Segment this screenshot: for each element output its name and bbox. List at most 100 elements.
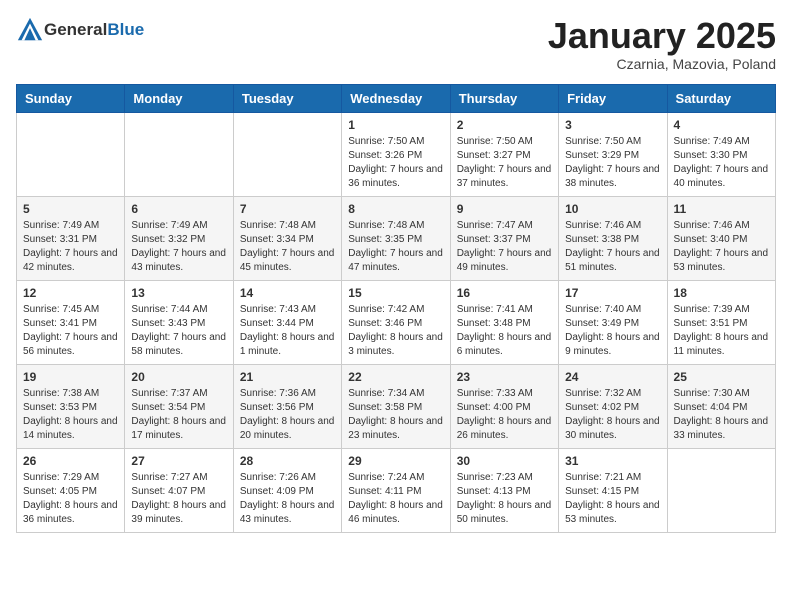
day-info: Sunrise: 7:33 AM Sunset: 4:00 PM Dayligh… [457, 387, 552, 443]
day-info: Sunrise: 7:41 AM Sunset: 3:48 PM Dayligh… [457, 303, 552, 359]
day-number: 12 [23, 286, 118, 300]
day-number: 9 [457, 202, 552, 216]
day-info: Sunrise: 7:50 AM Sunset: 3:26 PM Dayligh… [348, 135, 443, 191]
day-number: 5 [23, 202, 118, 216]
day-info: Sunrise: 7:40 AM Sunset: 3:49 PM Dayligh… [565, 303, 660, 359]
logo-icon [16, 16, 44, 44]
weekday-header-saturday: Saturday [667, 84, 775, 112]
calendar-cell: 7 Sunrise: 7:48 AM Sunset: 3:34 PM Daylig… [233, 196, 341, 280]
day-info: Sunrise: 7:49 AM Sunset: 3:32 PM Dayligh… [131, 219, 226, 275]
calendar-cell: 8Sunrise: 7:48 AM Sunset: 3:35 PM Daylig… [342, 196, 450, 280]
day-info: Sunrise: 7:27 AM Sunset: 4:07 PM Dayligh… [131, 471, 226, 527]
day-number: 31 [565, 454, 660, 468]
day-number: 30 [457, 454, 552, 468]
day-info: Sunrise: 7:23 AM Sunset: 4:13 PM Dayligh… [457, 471, 552, 527]
calendar-cell: 1 Sunrise: 7:50 AM Sunset: 3:26 PM Daylig… [342, 112, 450, 196]
day-info: Sunrise: 7:49 AM Sunset: 3:31 PM Dayligh… [23, 219, 118, 275]
day-number: 25 [674, 370, 769, 384]
day-number: 22 [348, 370, 443, 384]
day-info: Sunrise: 7:39 AM Sunset: 3:51 PM Dayligh… [674, 303, 769, 359]
day-info: Sunrise: 7:50 AM Sunset: 3:27 PM Dayligh… [457, 135, 552, 191]
month-title: January 2025 [548, 16, 776, 56]
page-header: GeneralBlue January 2025 Czarnia, Mazovi… [16, 16, 776, 72]
calendar-cell: 11 Sunrise: 7:46 AM Sunset: 3:40 PM Dayli… [667, 196, 775, 280]
calendar-cell: 30 Sunrise: 7:23 AM Sunset: 4:13 PM Dayli… [450, 448, 558, 532]
day-number: 1 [348, 118, 443, 132]
day-number: 10 [565, 202, 660, 216]
calendar-cell: 3 Sunrise: 7:50 AM Sunset: 3:29 PM Daylig… [559, 112, 667, 196]
day-info: Sunrise: 7:50 AM Sunset: 3:29 PM Dayligh… [565, 135, 660, 191]
day-info: Sunrise: 7:37 AM Sunset: 3:54 PM Dayligh… [131, 387, 226, 443]
day-info: Sunrise: 7:42 AM Sunset: 3:46 PM Dayligh… [348, 303, 443, 359]
calendar-week-row: 5 Sunrise: 7:49 AM Sunset: 3:31 PM Daylig… [17, 196, 776, 280]
weekday-header-row: SundayMondayTuesdayWednesdayThursdayFrid… [17, 84, 776, 112]
day-info: Sunrise: 7:38 AM Sunset: 3:53 PM Dayligh… [23, 387, 118, 443]
day-info: Sunrise: 7:29 AM Sunset: 4:05 PM Dayligh… [23, 471, 118, 527]
calendar-cell: 27 Sunrise: 7:27 AM Sunset: 4:07 PM Dayli… [125, 448, 233, 532]
calendar-cell: 21Sunrise: 7:36 AM Sunset: 3:56 PM Dayli… [233, 364, 341, 448]
calendar-cell: 5 Sunrise: 7:49 AM Sunset: 3:31 PM Daylig… [17, 196, 125, 280]
calendar-cell: 29 Sunrise: 7:24 AM Sunset: 4:11 PM Dayli… [342, 448, 450, 532]
day-number: 21 [240, 370, 335, 384]
day-number: 19 [23, 370, 118, 384]
day-info: Sunrise: 7:43 AM Sunset: 3:44 PM Dayligh… [240, 303, 335, 359]
day-info: Sunrise: 7:44 AM Sunset: 3:43 PM Dayligh… [131, 303, 226, 359]
calendar-cell [125, 112, 233, 196]
day-info: Sunrise: 7:21 AM Sunset: 4:15 PM Dayligh… [565, 471, 660, 527]
calendar-cell: 6Sunrise: 7:49 AM Sunset: 3:32 PM Daylig… [125, 196, 233, 280]
calendar-cell [667, 448, 775, 532]
calendar-cell: 14 Sunrise: 7:43 AM Sunset: 3:44 PM Dayli… [233, 280, 341, 364]
calendar-cell: 31 Sunrise: 7:21 AM Sunset: 4:15 PM Dayli… [559, 448, 667, 532]
day-number: 27 [131, 454, 226, 468]
calendar-cell: 20 Sunrise: 7:37 AM Sunset: 3:54 PM Dayli… [125, 364, 233, 448]
calendar-cell [233, 112, 341, 196]
day-info: Sunrise: 7:45 AM Sunset: 3:41 PM Dayligh… [23, 303, 118, 359]
calendar-cell: 2 Sunrise: 7:50 AM Sunset: 3:27 PM Daylig… [450, 112, 558, 196]
calendar-cell: 17 Sunrise: 7:40 AM Sunset: 3:49 PM Dayli… [559, 280, 667, 364]
day-number: 18 [674, 286, 769, 300]
day-info: Sunrise: 7:24 AM Sunset: 4:11 PM Dayligh… [348, 471, 443, 527]
calendar-cell: 22 Sunrise: 7:34 AM Sunset: 3:58 PM Dayli… [342, 364, 450, 448]
day-number: 4 [674, 118, 769, 132]
day-number: 29 [348, 454, 443, 468]
calendar-cell: 15Sunrise: 7:42 AM Sunset: 3:46 PM Dayli… [342, 280, 450, 364]
calendar-cell: 13 Sunrise: 7:44 AM Sunset: 3:43 PM Dayli… [125, 280, 233, 364]
calendar-cell: 9 Sunrise: 7:47 AM Sunset: 3:37 PM Daylig… [450, 196, 558, 280]
weekday-header-sunday: Sunday [17, 84, 125, 112]
calendar-cell: 25Sunrise: 7:30 AM Sunset: 4:04 PM Dayli… [667, 364, 775, 448]
day-number: 16 [457, 286, 552, 300]
day-info: Sunrise: 7:46 AM Sunset: 3:38 PM Dayligh… [565, 219, 660, 275]
day-number: 24 [565, 370, 660, 384]
calendar-cell: 4 Sunrise: 7:49 AM Sunset: 3:30 PM Daylig… [667, 112, 775, 196]
day-number: 2 [457, 118, 552, 132]
day-info: Sunrise: 7:47 AM Sunset: 3:37 PM Dayligh… [457, 219, 552, 275]
calendar-table: SundayMondayTuesdayWednesdayThursdayFrid… [16, 84, 776, 533]
day-info: Sunrise: 7:48 AM Sunset: 3:34 PM Dayligh… [240, 219, 335, 275]
day-info: Sunrise: 7:49 AM Sunset: 3:30 PM Dayligh… [674, 135, 769, 191]
calendar-cell: 19 Sunrise: 7:38 AM Sunset: 3:53 PM Dayli… [17, 364, 125, 448]
calendar-cell: 12 Sunrise: 7:45 AM Sunset: 3:41 PM Dayli… [17, 280, 125, 364]
day-number: 13 [131, 286, 226, 300]
day-info: Sunrise: 7:46 AM Sunset: 3:40 PM Dayligh… [674, 219, 769, 275]
day-number: 7 [240, 202, 335, 216]
day-number: 14 [240, 286, 335, 300]
day-number: 20 [131, 370, 226, 384]
weekday-header-wednesday: Wednesday [342, 84, 450, 112]
calendar-cell: 24 Sunrise: 7:32 AM Sunset: 4:02 PM Dayli… [559, 364, 667, 448]
day-info: Sunrise: 7:32 AM Sunset: 4:02 PM Dayligh… [565, 387, 660, 443]
logo: GeneralBlue [16, 16, 144, 44]
day-number: 26 [23, 454, 118, 468]
day-number: 11 [674, 202, 769, 216]
calendar-week-row: 12 Sunrise: 7:45 AM Sunset: 3:41 PM Dayli… [17, 280, 776, 364]
day-info: Sunrise: 7:48 AM Sunset: 3:35 PM Dayligh… [348, 219, 443, 275]
weekday-header-thursday: Thursday [450, 84, 558, 112]
title-section: January 2025 Czarnia, Mazovia, Poland [548, 16, 776, 72]
day-info: Sunrise: 7:34 AM Sunset: 3:58 PM Dayligh… [348, 387, 443, 443]
day-number: 17 [565, 286, 660, 300]
day-info: Sunrise: 7:26 AM Sunset: 4:09 PM Dayligh… [240, 471, 335, 527]
calendar-cell: 26 Sunrise: 7:29 AM Sunset: 4:05 PM Dayli… [17, 448, 125, 532]
weekday-header-monday: Monday [125, 84, 233, 112]
location-subtitle: Czarnia, Mazovia, Poland [548, 56, 776, 72]
logo-blue: Blue [107, 20, 144, 39]
day-number: 3 [565, 118, 660, 132]
